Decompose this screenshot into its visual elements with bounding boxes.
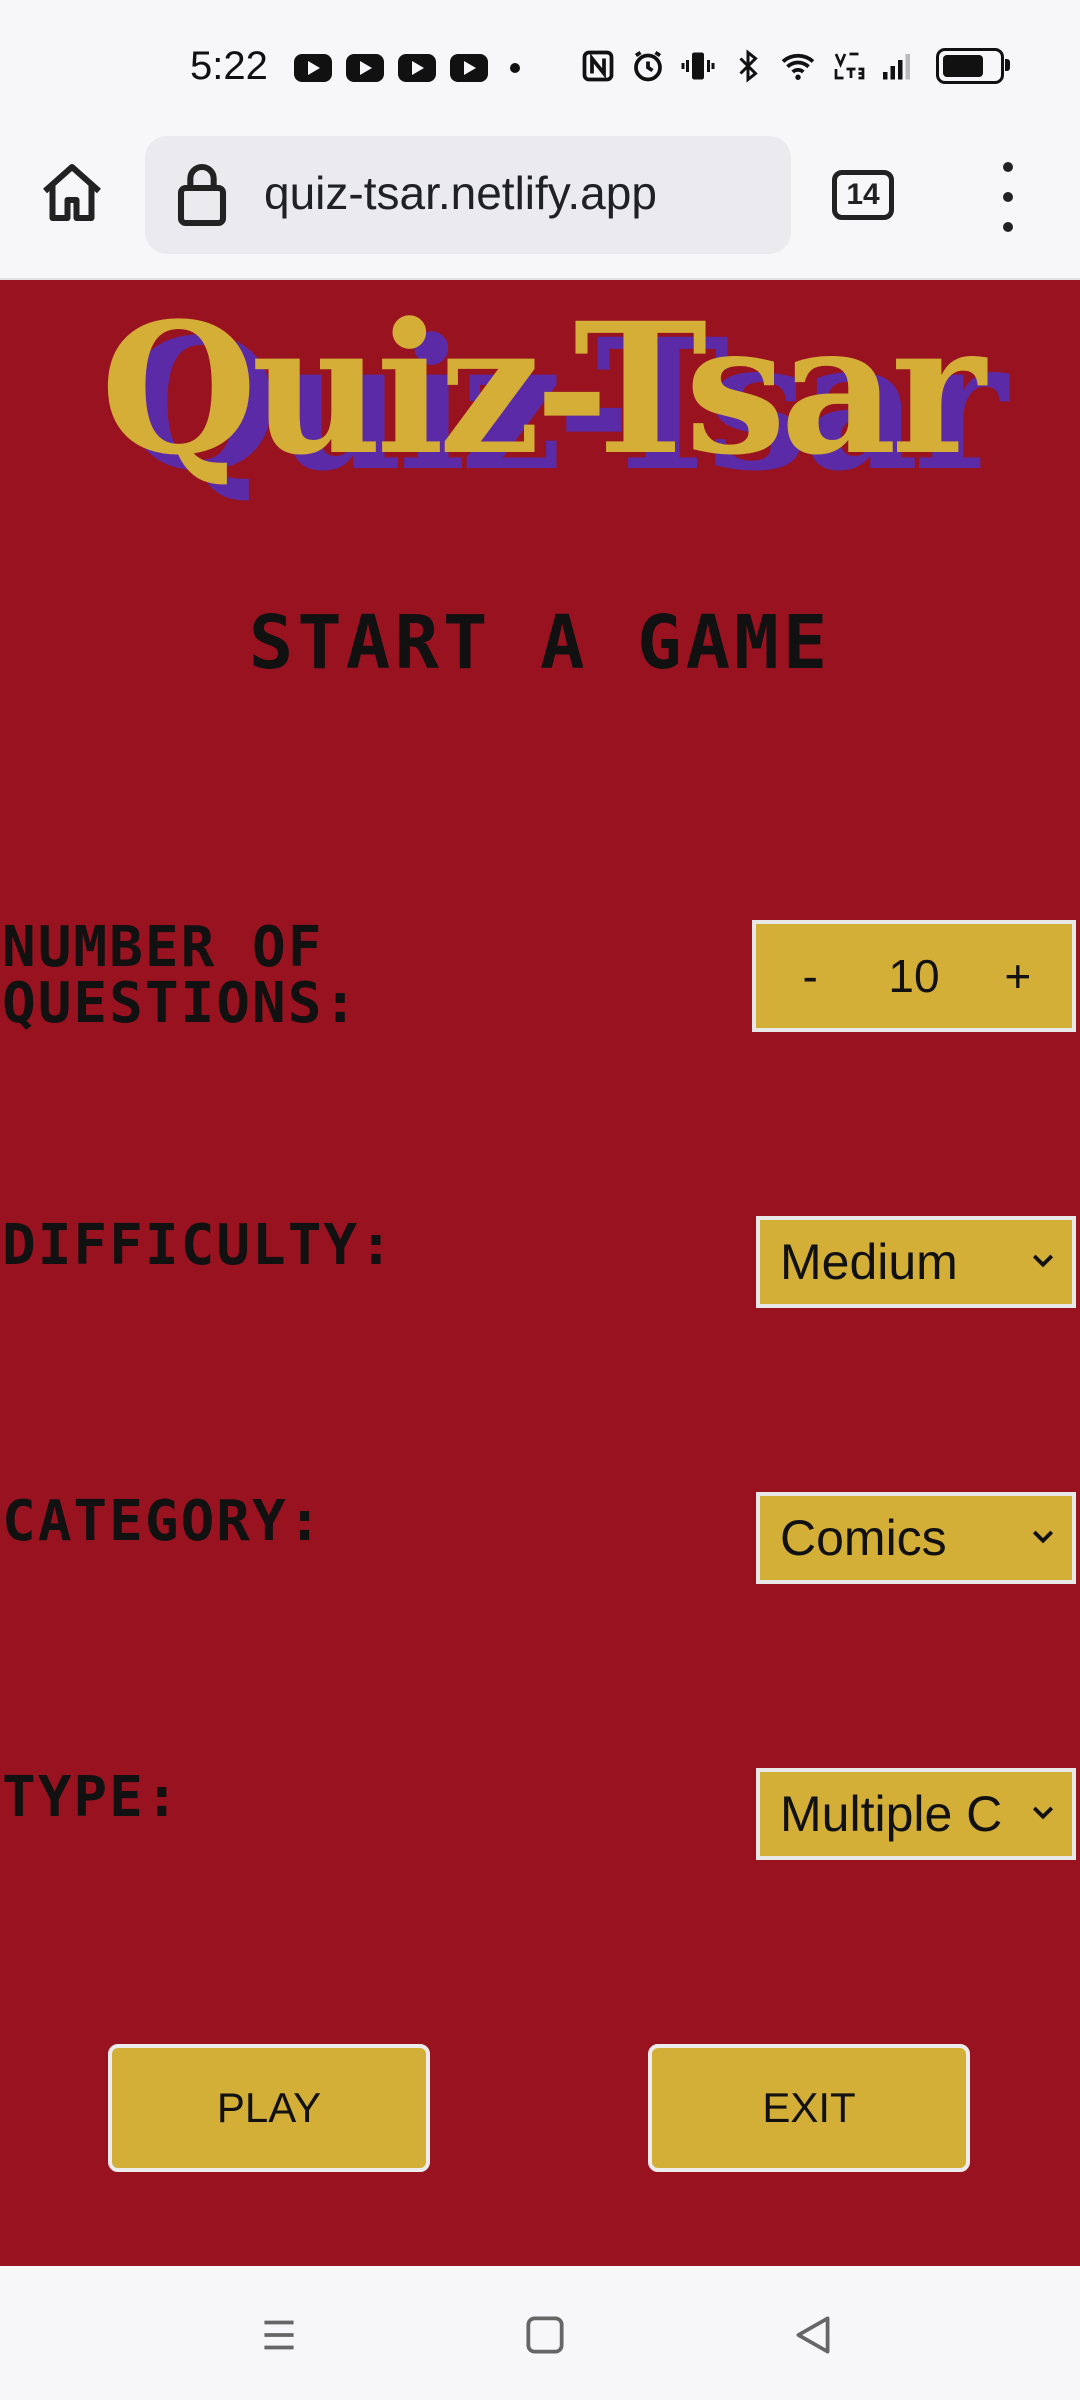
tab-switcher-button[interactable]: 14 bbox=[832, 170, 894, 220]
home-nav-icon[interactable] bbox=[520, 2310, 570, 2360]
logo-text: Quiz-Tsar bbox=[100, 284, 985, 495]
system-nav-bar bbox=[0, 2266, 1080, 2400]
question-count-stepper: - 10 + bbox=[752, 920, 1076, 1032]
status-bar: 5:22 bbox=[0, 0, 1080, 132]
questions-label-line2: Questions: bbox=[2, 971, 360, 1036]
logo: Quiz-Tsar bbox=[0, 290, 1080, 490]
url-text[interactable]: quiz-tsar.netlify.app bbox=[264, 166, 657, 220]
questions-label-line1: Number of bbox=[2, 915, 324, 980]
category-label: Category: bbox=[2, 1489, 324, 1554]
page-content: Quiz-Tsar Start a Game Number of Questio… bbox=[0, 280, 1080, 2266]
decrement-button[interactable]: - bbox=[780, 949, 840, 1003]
youtube-icon bbox=[450, 54, 488, 82]
youtube-icon bbox=[346, 54, 384, 82]
page-title: Start a Game bbox=[248, 600, 832, 686]
chevron-down-icon bbox=[1032, 1806, 1054, 1820]
category-select[interactable]: Comics bbox=[756, 1492, 1076, 1584]
signal-icon bbox=[880, 48, 916, 84]
exit-button[interactable]: EXIT bbox=[648, 2044, 970, 2172]
youtube-icon bbox=[398, 54, 436, 82]
play-button[interactable]: PLAY bbox=[108, 2044, 430, 2172]
system-icons bbox=[580, 44, 1010, 88]
status-time: 5:22 bbox=[190, 44, 268, 88]
category-value: Comics bbox=[780, 1510, 947, 1566]
home-icon[interactable] bbox=[36, 158, 108, 230]
nfc-icon bbox=[580, 48, 616, 84]
bluetooth-icon bbox=[730, 48, 766, 84]
questions-label: Number of Questions: bbox=[2, 920, 359, 1032]
lock-icon[interactable] bbox=[174, 160, 230, 230]
more-notifications-icon bbox=[510, 63, 520, 73]
youtube-icon bbox=[294, 54, 332, 82]
back-icon[interactable] bbox=[788, 2310, 838, 2360]
battery-icon bbox=[936, 48, 1010, 84]
chevron-down-icon bbox=[1032, 1254, 1054, 1268]
wifi-icon bbox=[780, 48, 816, 84]
notification-icons bbox=[294, 48, 520, 88]
increment-button[interactable]: + bbox=[988, 949, 1048, 1003]
browser-menu-icon[interactable] bbox=[990, 162, 1026, 232]
type-select[interactable]: Multiple C bbox=[756, 1768, 1076, 1860]
vibrate-icon bbox=[680, 48, 716, 84]
type-value: Multiple C bbox=[780, 1786, 1003, 1842]
difficulty-select[interactable]: Medium bbox=[756, 1216, 1076, 1308]
difficulty-value: Medium bbox=[780, 1234, 958, 1290]
recent-apps-icon[interactable] bbox=[254, 2310, 304, 2360]
type-label: Type: bbox=[2, 1765, 181, 1830]
difficulty-label: Difficulty: bbox=[2, 1213, 395, 1278]
question-count-value: 10 bbox=[888, 950, 940, 1002]
chevron-down-icon bbox=[1032, 1530, 1054, 1544]
alarm-icon bbox=[630, 48, 666, 84]
volte-icon bbox=[830, 48, 866, 84]
